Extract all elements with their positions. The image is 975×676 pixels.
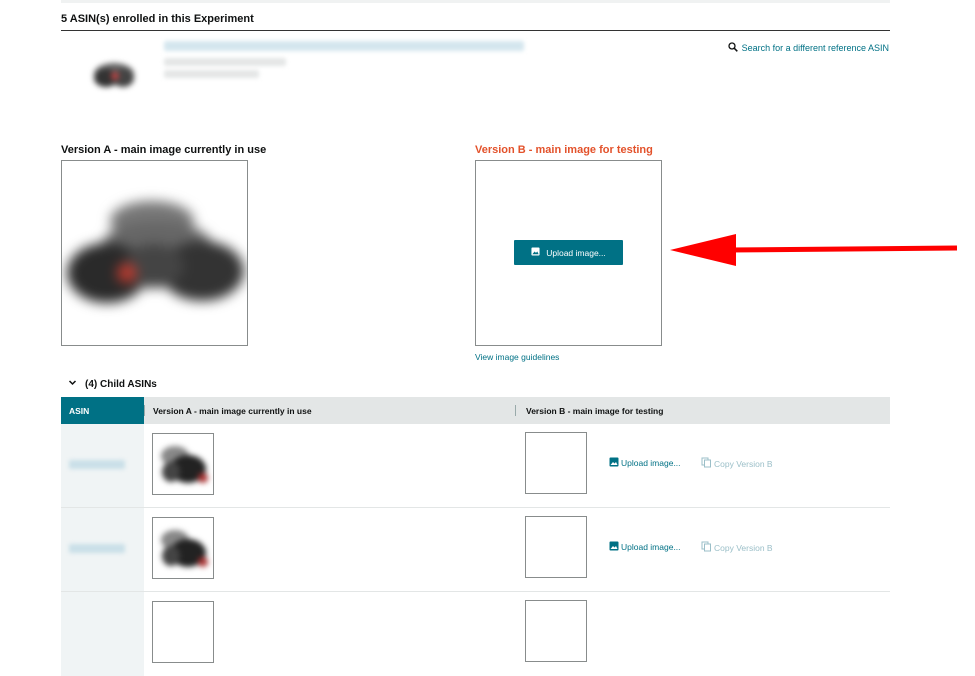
- asin-link[interactable]: [69, 544, 125, 553]
- search-different-asin-link[interactable]: Search for a different reference ASIN: [727, 42, 889, 54]
- version-a-thumbnail: [152, 517, 214, 579]
- upload-image-label: Upload image...: [621, 458, 681, 468]
- version-a-thumbnail: [152, 433, 214, 495]
- asin-link[interactable]: [69, 460, 125, 469]
- upload-image-button[interactable]: Upload image...: [514, 240, 623, 265]
- table-row: Upload image... Copy Version B: [61, 508, 890, 592]
- upload-image-link[interactable]: Upload image...: [609, 541, 681, 553]
- child-asins-toggle[interactable]: (4) Child ASINs: [68, 378, 157, 390]
- copy-icon: [701, 457, 712, 470]
- image-icon: [609, 457, 619, 469]
- version-b-thumbnail-slot: [525, 432, 587, 494]
- copy-version-b-label: Copy Version B: [714, 458, 773, 469]
- table-row: [61, 592, 890, 676]
- copy-version-b-link[interactable]: Copy Version B: [701, 541, 773, 554]
- top-divider: [61, 0, 890, 3]
- reference-product-meta: [164, 58, 286, 66]
- column-version-b: Version B - main image for testing: [526, 405, 664, 416]
- column-version-a: Version A - main image currently in use: [153, 405, 312, 416]
- column-divider: [515, 405, 516, 416]
- reference-product-meta-2: [164, 70, 259, 78]
- version-a-thumbnail: [152, 601, 214, 663]
- version-b-thumbnail-slot: [525, 600, 587, 662]
- version-a-image: [61, 160, 248, 346]
- copy-version-b-link[interactable]: Copy Version B: [701, 457, 773, 470]
- column-asin[interactable]: ASIN: [61, 397, 144, 424]
- red-arrow-annotation: [670, 234, 958, 266]
- upload-image-label: Upload image...: [546, 247, 606, 258]
- image-icon: [609, 541, 619, 553]
- upload-image-link[interactable]: Upload image...: [609, 457, 681, 469]
- chevron-down-icon: [68, 378, 77, 390]
- view-image-guidelines-link[interactable]: View image guidelines: [475, 352, 559, 362]
- search-icon: [727, 42, 738, 54]
- upload-image-label: Upload image...: [621, 542, 681, 552]
- enrolled-title: 5 ASIN(s) enrolled in this Experiment: [61, 13, 254, 25]
- table-row: Upload image... Copy Version B: [61, 424, 890, 508]
- reference-product-image: [88, 54, 140, 90]
- asin-cell: [61, 508, 144, 591]
- asin-cell: [61, 592, 144, 676]
- child-asins-title: (4) Child ASINs: [85, 378, 157, 390]
- version-a-title: Version A - main image currently in use: [61, 144, 267, 156]
- asin-cell: [61, 424, 144, 507]
- child-asins-table-header: ASIN Version A - main image currently in…: [61, 397, 890, 424]
- image-icon: [531, 247, 540, 258]
- copy-icon: [701, 541, 712, 554]
- enrolled-divider: [61, 30, 890, 31]
- reference-product-title[interactable]: [164, 41, 524, 51]
- copy-version-b-label: Copy Version B: [714, 542, 773, 553]
- search-link-label: Search for a different reference ASIN: [741, 43, 889, 53]
- version-b-title: Version B - main image for testing: [475, 144, 653, 156]
- version-b-thumbnail-slot: [525, 516, 587, 578]
